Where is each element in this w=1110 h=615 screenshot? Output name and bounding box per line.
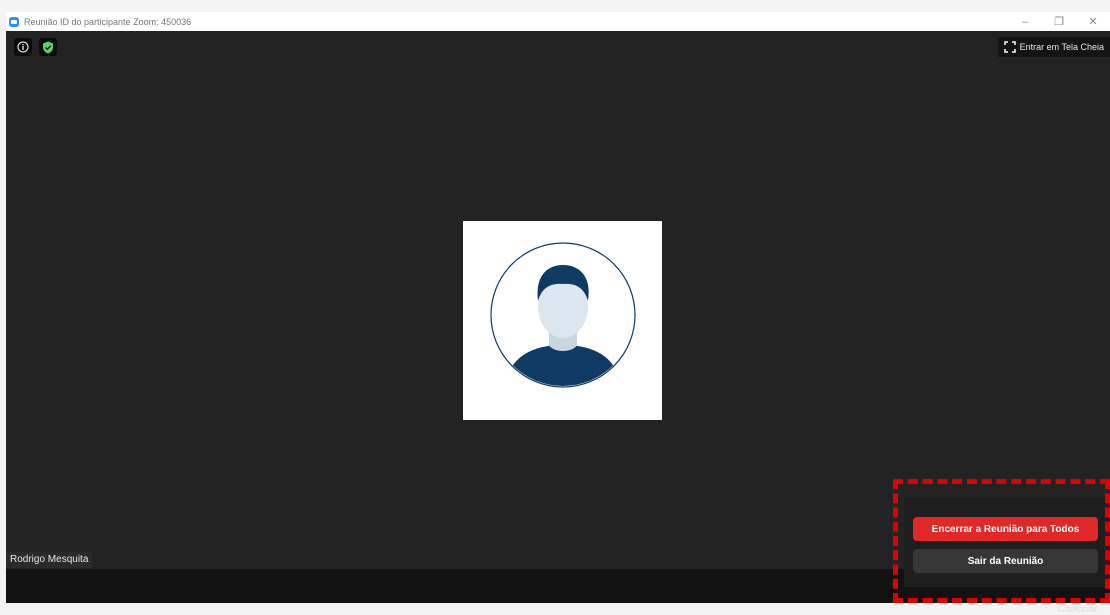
fullscreen-label: Entrar em Tela Cheia bbox=[1019, 42, 1104, 52]
participant-avatar bbox=[463, 221, 662, 420]
participant-name: Rodrigo Mesquita bbox=[6, 552, 93, 568]
minimize-button[interactable]: – bbox=[1008, 12, 1042, 31]
info-icon[interactable] bbox=[14, 38, 32, 56]
cancel-button[interactable]: Cancelar bbox=[1058, 604, 1098, 615]
shield-icon[interactable] bbox=[39, 38, 57, 56]
default-avatar-icon bbox=[490, 242, 636, 388]
window-controls: – ❐ ✕ bbox=[1008, 12, 1110, 31]
fullscreen-button[interactable]: Entrar em Tela Cheia bbox=[997, 37, 1110, 57]
title-bar: Reunião ID do participante Zoom: 450036 … bbox=[6, 12, 1110, 31]
restore-button[interactable]: ❐ bbox=[1042, 12, 1076, 31]
zoom-logo-icon bbox=[9, 16, 19, 27]
close-button[interactable]: ✕ bbox=[1076, 12, 1110, 31]
highlight-annotation-box bbox=[893, 479, 1110, 603]
window-title: Reunião ID do participante Zoom: 450036 bbox=[24, 16, 192, 27]
fullscreen-icon bbox=[1003, 41, 1016, 53]
